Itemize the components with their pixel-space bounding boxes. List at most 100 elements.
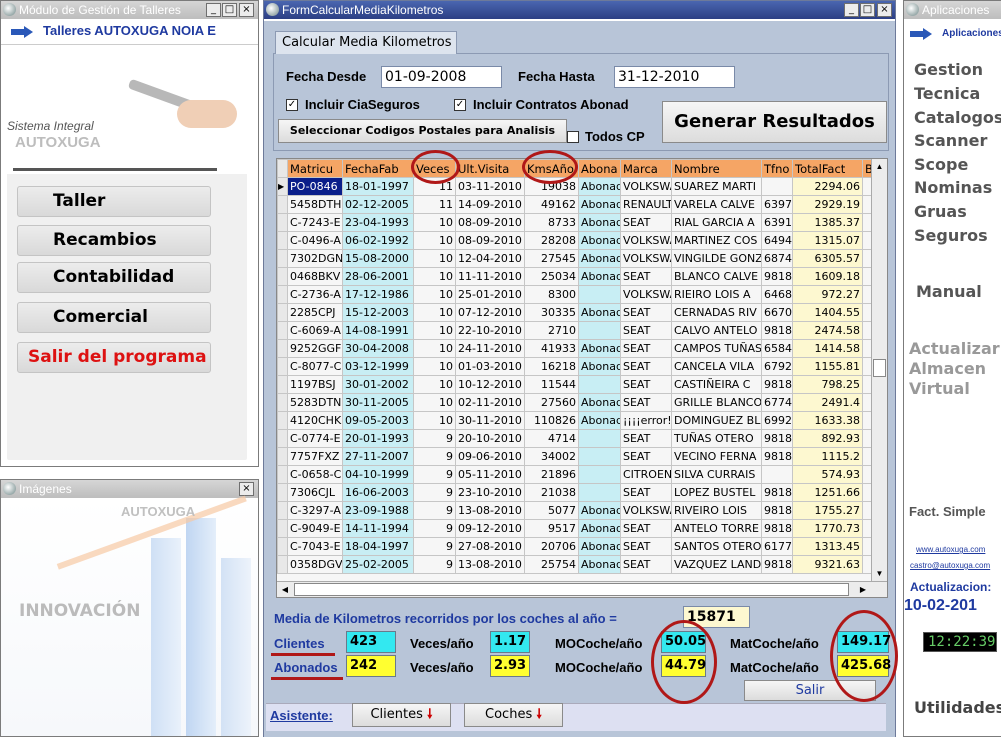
table-row[interactable]: C-0658-C 04-10-1999 9 05-11-2010 21896 CITROE… <box>277 465 874 484</box>
virtual-link[interactable]: Virtual <box>909 379 970 398</box>
row-selector[interactable] <box>277 537 288 556</box>
table-row[interactable]: 5458DTH 02-12-2005 11 14-09-2010 49162 Abonad… <box>277 195 874 214</box>
row-selector[interactable] <box>277 555 288 574</box>
coches-button[interactable]: Coches 🠗 <box>464 703 563 727</box>
row-selector[interactable] <box>277 285 288 304</box>
row-selector[interactable] <box>277 249 288 268</box>
column-header[interactable]: Matricu <box>287 159 343 178</box>
scroll-up-arrow[interactable]: ▲ <box>872 159 887 175</box>
results-grid[interactable]: Matricu FechaFab Veces Ult.Visita KmsAño Abon… <box>276 158 888 598</box>
row-selector[interactable] <box>277 231 288 250</box>
close-button[interactable]: × <box>239 3 254 17</box>
horizontal-scrollbar[interactable]: ◀ ▶ <box>277 581 887 597</box>
table-row[interactable]: C-2736-A 17-12-1986 10 25-01-2010 8300 VOLKSW… <box>277 285 874 304</box>
table-row[interactable]: 0358DGV 25-02-2005 9 13-08-2010 25754 Abonad S… <box>277 555 874 574</box>
row-selector[interactable] <box>277 519 288 538</box>
table-row[interactable]: C-0496-A 06-02-1992 10 08-09-2010 28208 Abona… <box>277 231 874 250</box>
clientes-button[interactable]: Clientes 🠗 <box>352 703 451 727</box>
scroll-down-arrow[interactable]: ▼ <box>872 566 887 582</box>
hscroll-thumb[interactable] <box>294 583 849 596</box>
gestion-link[interactable]: Gestion <box>914 60 983 79</box>
column-header[interactable]: Marca <box>620 159 672 178</box>
row-selector[interactable] <box>277 321 288 340</box>
table-row[interactable]: 1197BSJ 30-01-2002 10 10-12-2010 11544 SEAT CA… <box>277 375 874 394</box>
row-selector[interactable] <box>277 411 288 430</box>
maximize-button[interactable]: □ <box>222 3 237 17</box>
close-button[interactable]: × <box>239 482 254 496</box>
tecnica-link[interactable]: Tecnica <box>914 84 980 103</box>
table-row[interactable]: C-9049-E 14-11-1994 9 09-12-2010 9517 Abonad S… <box>277 519 874 538</box>
table-row[interactable]: 4120CHK 09-05-2003 10 30-11-2010 110826 Abona… <box>277 411 874 430</box>
utilidades-link[interactable]: Utilidades <box>914 698 1001 717</box>
catalogos-link[interactable]: Catalogos <box>914 108 1001 127</box>
contabilidad-button[interactable]: Contabilidad <box>17 262 211 293</box>
recambios-button[interactable]: Recambios <box>17 225 211 256</box>
table-row[interactable]: 9252GGF 30-04-2008 10 24-11-2010 41933 Abonad… <box>277 339 874 358</box>
row-selector[interactable] <box>277 213 288 232</box>
table-row[interactable]: 7757FXZ 27-11-2007 9 09-06-2010 34002 SEAT VEC… <box>277 447 874 466</box>
minimize-button[interactable]: _ <box>206 3 221 17</box>
almacen-link[interactable]: Almacen <box>909 359 986 378</box>
table-row[interactable]: C-3297-A 23-09-1988 9 13-08-2010 5077 Abonad V… <box>277 501 874 520</box>
row-selector[interactable] <box>277 267 288 286</box>
table-row[interactable]: 5283DTN 30-11-2005 10 02-11-2010 27560 Abonad… <box>277 393 874 412</box>
salir-programa-button[interactable]: Salir del programa <box>17 342 211 373</box>
column-header[interactable]: TotalFact <box>792 159 863 178</box>
table-row[interactable]: C-8077-C 03-12-1999 10 01-03-2010 16218 Abona… <box>277 357 874 376</box>
incluir-contratos-checkbox[interactable]: ✓ <box>454 99 466 111</box>
row-selector[interactable] <box>277 501 288 520</box>
fact-simple-link[interactable]: Fact. Simple <box>909 504 986 519</box>
taller-button[interactable]: Taller <box>17 186 211 217</box>
row-selector[interactable] <box>277 195 288 214</box>
scroll-thumb[interactable] <box>873 359 886 377</box>
actualizar-link[interactable]: Actualizar <box>909 339 1000 358</box>
column-header[interactable]: Abona <box>578 159 621 178</box>
table-row[interactable]: C-6069-A 14-08-1991 10 22-10-2010 2710 SEAT CA… <box>277 321 874 340</box>
row-selector[interactable] <box>277 483 288 502</box>
manual-link[interactable]: Manual <box>916 282 982 301</box>
table-row[interactable]: 7306CJL 16-06-2003 9 23-10-2010 21038 SEAT LOP… <box>277 483 874 502</box>
row-selector[interactable] <box>277 447 288 466</box>
row-selector[interactable] <box>277 393 288 412</box>
fecha-hasta-input[interactable]: 31-12-2010 <box>614 66 735 88</box>
current-row-indicator[interactable]: ▶ <box>277 177 288 196</box>
table-cell: 18-04-1997 <box>342 537 414 556</box>
incluir-ciaseguros-checkbox[interactable]: ✓ <box>286 99 298 111</box>
close-button[interactable]: × <box>877 3 892 17</box>
web-link[interactable]: www.autoxuga.com <box>916 545 985 554</box>
maximize-button[interactable]: □ <box>860 3 875 17</box>
table-row[interactable]: 2285CPJ 15-12-2003 10 07-12-2010 30335 Abonad… <box>277 303 874 322</box>
tab-calcular-media[interactable]: Calcular Media Kilometros <box>275 31 457 54</box>
row-selector[interactable] <box>277 375 288 394</box>
scroll-left-arrow[interactable]: ◀ <box>277 582 293 597</box>
scanner-link[interactable]: Scanner <box>914 131 987 150</box>
scroll-right-arrow[interactable]: ▶ <box>855 582 871 597</box>
table-row[interactable]: C-0774-E 20-01-1993 9 20-10-2010 4714 SEAT TUÑ… <box>277 429 874 448</box>
table-row[interactable]: C-7243-E 23-04-1993 10 08-09-2010 8733 Abonad… <box>277 213 874 232</box>
row-selector[interactable] <box>277 339 288 358</box>
fecha-desde-input[interactable]: 01-09-2008 <box>381 66 502 88</box>
seguros-link[interactable]: Seguros <box>914 226 988 245</box>
column-header[interactable]: FechaFab <box>342 159 414 178</box>
todos-cp-checkbox[interactable] <box>567 131 579 143</box>
row-selector[interactable] <box>277 303 288 322</box>
scope-link[interactable]: Scope <box>914 155 968 174</box>
seleccionar-cp-button[interactable]: Seleccionar Codigos Postales para Analis… <box>278 119 567 143</box>
gruas-link[interactable]: Gruas <box>914 202 967 221</box>
table-row[interactable]: ▶ PO-0846 18-01-1997 11 03-11-2010 19038 Abona… <box>277 177 874 196</box>
row-selector[interactable] <box>277 357 288 376</box>
column-header[interactable]: Nombre <box>671 159 762 178</box>
generar-resultados-button[interactable]: Generar Resultados <box>662 101 887 143</box>
table-row[interactable]: 7302DGN 15-08-2000 10 12-04-2010 27545 Abonad… <box>277 249 874 268</box>
row-selector[interactable] <box>277 465 288 484</box>
vertical-scrollbar[interactable]: ▲ ▼ <box>871 159 887 582</box>
row-selector[interactable] <box>277 429 288 448</box>
table-row[interactable]: 0468BKV 28-06-2001 10 11-11-2010 25034 Abonad… <box>277 267 874 286</box>
table-row[interactable]: C-7043-E 18-04-1997 9 27-08-2010 20706 Abonad… <box>277 537 874 556</box>
column-header[interactable]: Tfno <box>761 159 793 178</box>
email-link[interactable]: castro@autoxuga.com <box>910 561 990 570</box>
column-header[interactable]: Ult.Visita <box>455 159 525 178</box>
nominas-link[interactable]: Nominas <box>914 178 992 197</box>
minimize-button[interactable]: _ <box>844 3 859 17</box>
comercial-button[interactable]: Comercial <box>17 302 211 333</box>
